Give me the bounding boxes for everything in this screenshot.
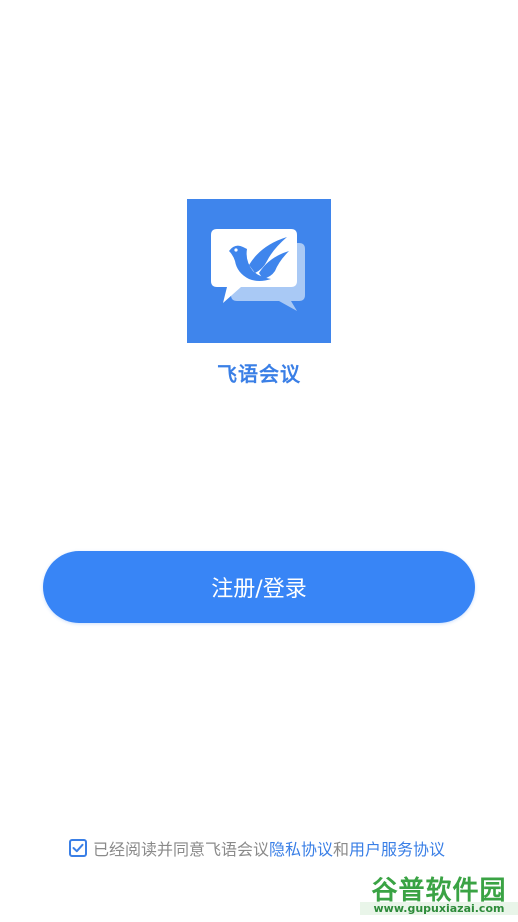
bird-chat-bubble-icon: [211, 229, 305, 311]
agreement-text: 已经阅读并同意飞语会议: [93, 840, 270, 859]
user-service-agreement-link[interactable]: 用户服务协议: [349, 836, 445, 860]
app-logo: [187, 199, 331, 343]
watermark-url: www.gupuxiazai.com: [360, 902, 518, 915]
agreement-row: 已经阅读并同意飞语会议 隐私协议 和 用户服务协议: [69, 836, 445, 860]
watermark: 谷普软件园 www.gupuxiazai.com: [360, 866, 518, 922]
checkmark-icon: [72, 843, 84, 853]
register-login-button[interactable]: 注册/登录: [43, 551, 475, 623]
agreement-checkbox[interactable]: [69, 839, 87, 857]
app-title: 飞语会议: [217, 362, 301, 386]
privacy-policy-link[interactable]: 隐私协议: [269, 836, 333, 860]
register-login-label: 注册/登录: [211, 577, 307, 602]
agreement-conjunction: 和: [333, 840, 350, 859]
